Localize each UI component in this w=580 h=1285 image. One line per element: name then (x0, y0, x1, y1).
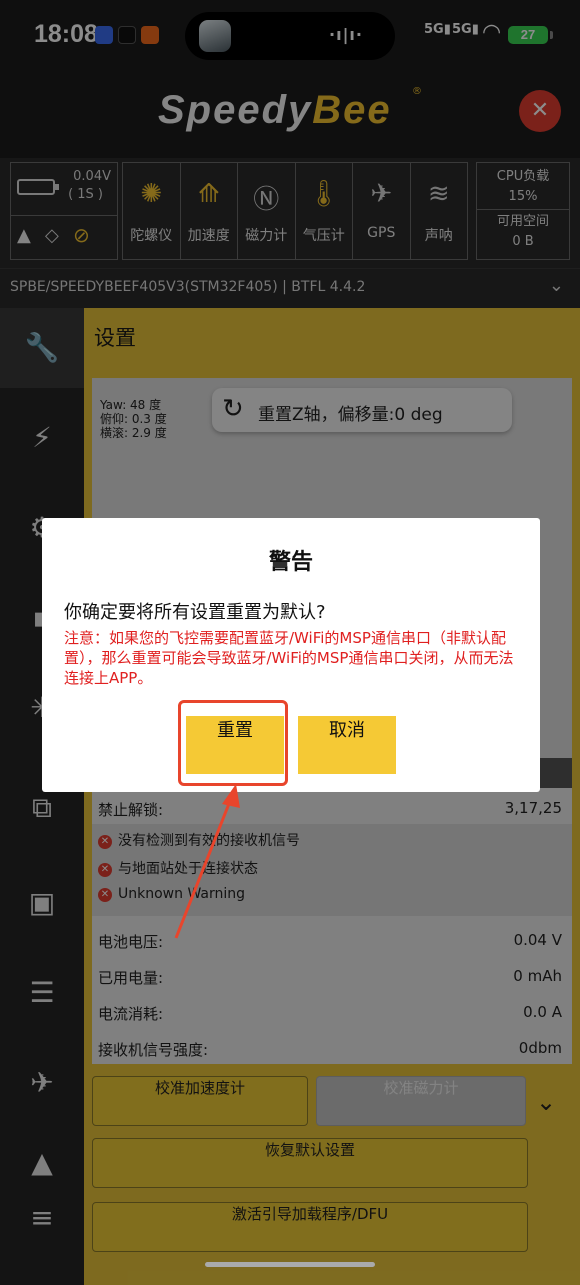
annotation-arrow (174, 784, 240, 939)
home-indicator[interactable] (205, 1262, 375, 1267)
